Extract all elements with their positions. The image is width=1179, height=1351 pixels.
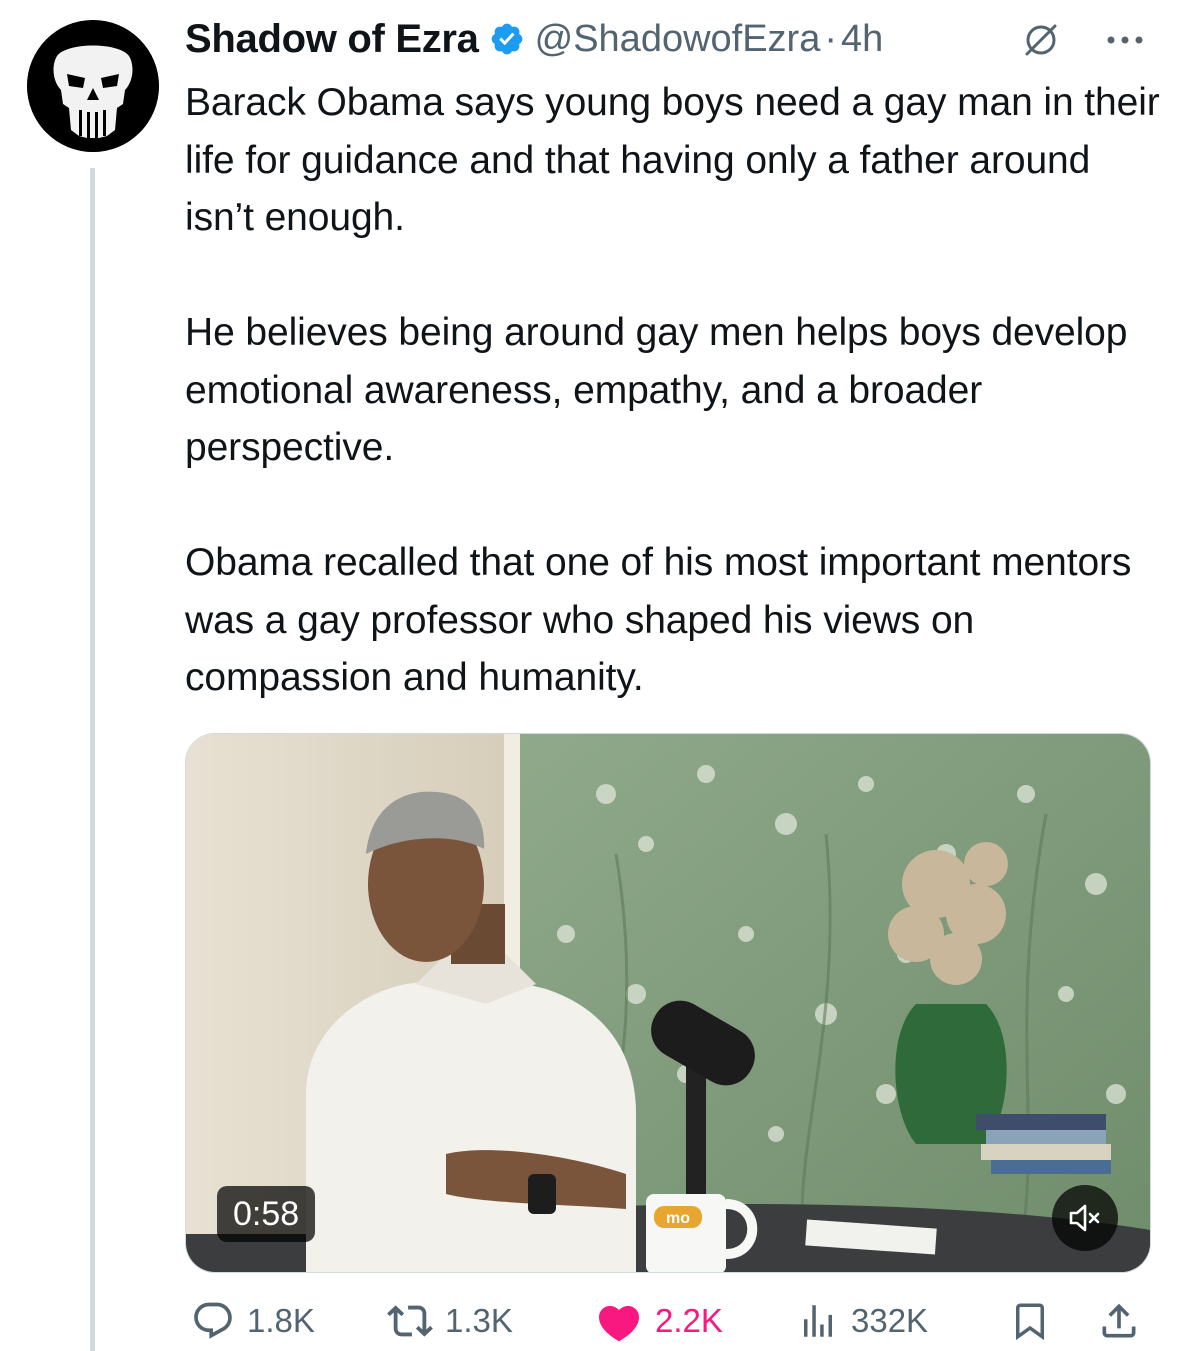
tweet-text: Barack Obama says young boys need a gay …: [185, 74, 1160, 707]
tweet-header: Shadow of Ezra @ShadowofEzra · 4h: [185, 14, 1155, 64]
video-duration-badge: 0:58: [217, 1186, 316, 1242]
heart-icon: [598, 1306, 640, 1342]
share-button[interactable]: [1097, 1296, 1141, 1346]
author-name[interactable]: Shadow of Ezra: [185, 17, 479, 62]
mug-logo-text: mo: [666, 1210, 690, 1227]
more-icon[interactable]: [1103, 20, 1147, 60]
tweet-paragraph: Obama recalled that one of his most impo…: [185, 541, 1132, 699]
tweet-time[interactable]: 4h: [841, 18, 883, 61]
tweet-action-bar: 1.8K 1.3K 2.2K 332K: [185, 1296, 1155, 1346]
verified-badge-icon: [491, 23, 522, 55]
reply-button[interactable]: 1.8K: [191, 1296, 315, 1346]
tweet-paragraph: Barack Obama says young boys need a gay …: [185, 81, 1160, 239]
repost-icon: [387, 1305, 433, 1337]
views-count: 332K: [851, 1302, 929, 1339]
tweet-paragraph: He believes being around gay men helps b…: [185, 311, 1128, 469]
grok-icon[interactable]: [1021, 20, 1061, 60]
skull-logo-icon: [27, 20, 159, 152]
share-icon: [1102, 1303, 1136, 1338]
speaker-muted-icon: [1069, 1204, 1100, 1232]
like-count: 2.2K: [655, 1302, 723, 1339]
views-button[interactable]: 332K: [797, 1296, 928, 1346]
reply-icon: [194, 1302, 232, 1339]
bookmark-icon: [1016, 1303, 1044, 1341]
bookmark-button[interactable]: [1009, 1296, 1051, 1346]
reply-count: 1.8K: [247, 1302, 315, 1339]
author-avatar[interactable]: [27, 20, 159, 152]
author-handle[interactable]: @ShadowofEzra: [535, 18, 821, 61]
repost-count: 1.3K: [445, 1302, 513, 1339]
repost-button[interactable]: 1.3K: [387, 1296, 513, 1346]
video-frame: mo: [186, 734, 1150, 1272]
thread-line: [90, 168, 95, 1351]
views-chart-icon: [804, 1305, 832, 1337]
mute-toggle-button[interactable]: [1052, 1185, 1118, 1251]
like-button[interactable]: 2.2K: [595, 1296, 723, 1346]
video-player[interactable]: mo 0:58: [185, 733, 1151, 1273]
separator-dot: ·: [824, 17, 838, 60]
